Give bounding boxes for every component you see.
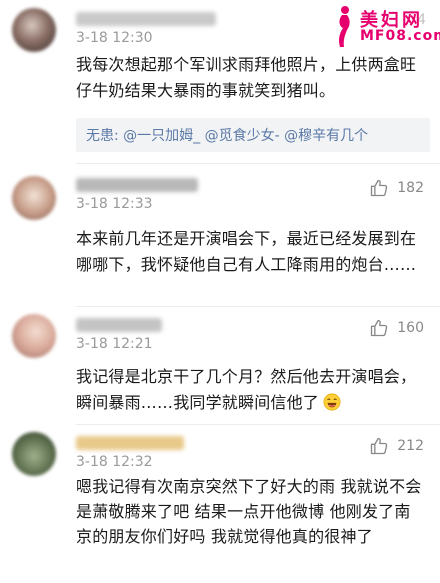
like-count: 160 — [397, 320, 424, 336]
laughing-emoji-icon — [323, 393, 341, 411]
username-blurred[interactable] — [76, 12, 216, 26]
comment-feed: 3-18 12:30 4 我每次想起那个军训求雨拜他照片，上供两盒旺仔牛奶结果大… — [0, 0, 440, 583]
like-button[interactable]: 182 — [369, 178, 424, 198]
avatar[interactable] — [12, 176, 56, 220]
comment-item: 3-18 12:33 182 本来前几年还是开演唱会下，最近已经发展到在哪哪下，… — [0, 172, 440, 302]
comment-time: 3-18 12:32 — [76, 454, 153, 470]
like-button[interactable]: 212 — [369, 436, 424, 456]
comment-text: 我记得是北京干了几个月？然后他去开演唱会，瞬间暴雨……我同学就瞬间信他了 — [76, 364, 426, 416]
divider — [76, 163, 440, 164]
site-watermark-logo: 美妇网 MF08.com — [326, 2, 440, 50]
comment-text: 我每次想起那个军训求雨拜他照片，上供两盒旺仔牛奶结果大暴雨的事就笑到猪叫。 — [76, 55, 417, 100]
comment-item: 3-18 12:21 160 我记得是北京干了几个月？然后他去开演唱会，瞬间暴雨… — [0, 312, 440, 424]
woman-silhouette-icon — [339, 6, 350, 47]
like-button[interactable]: 160 — [369, 318, 424, 338]
thumbs-up-icon — [371, 437, 388, 455]
username-blurred[interactable] — [76, 436, 184, 450]
avatar[interactable] — [12, 432, 56, 476]
avatar[interactable] — [12, 314, 56, 358]
comment-time: 3-18 12:33 — [76, 196, 153, 212]
comment-text: 本来前几年还是开演唱会下，最近已经发展到在哪哪下，我怀疑他自己有人工降雨用的炮台… — [76, 229, 417, 274]
comment-time: 3-18 12:30 — [76, 30, 153, 46]
watermark-domain: MF08.com — [360, 28, 440, 44]
divider — [76, 424, 440, 425]
thumbs-up-icon — [371, 179, 388, 197]
comment-time: 3-18 12:21 — [76, 336, 153, 352]
thumbs-up-icon — [371, 319, 388, 337]
avatar[interactable] — [12, 8, 56, 52]
username-blurred[interactable] — [76, 178, 198, 192]
like-count: 182 — [397, 180, 424, 196]
reply-preview[interactable]: 无患: @一只加姆_ @觅食少女- @穆辛有几个 — [76, 118, 430, 152]
comment-text-body: 我记得是北京干了几个月？然后他去开演唱会，瞬间暴雨……我同学就瞬间信他了 — [76, 367, 417, 412]
comment-item: 3-18 12:32 212 嗯我记得有次南京突然下了好大的雨 我就说不会是萧敬… — [0, 430, 440, 583]
like-count: 212 — [397, 438, 424, 454]
username-blurred[interactable] — [76, 318, 162, 332]
comment-text: 嗯我记得有次南京突然下了好大的雨 我就说不会是萧敬腾来了吧 结果一点开他微博 他… — [76, 477, 422, 546]
divider — [76, 306, 440, 307]
